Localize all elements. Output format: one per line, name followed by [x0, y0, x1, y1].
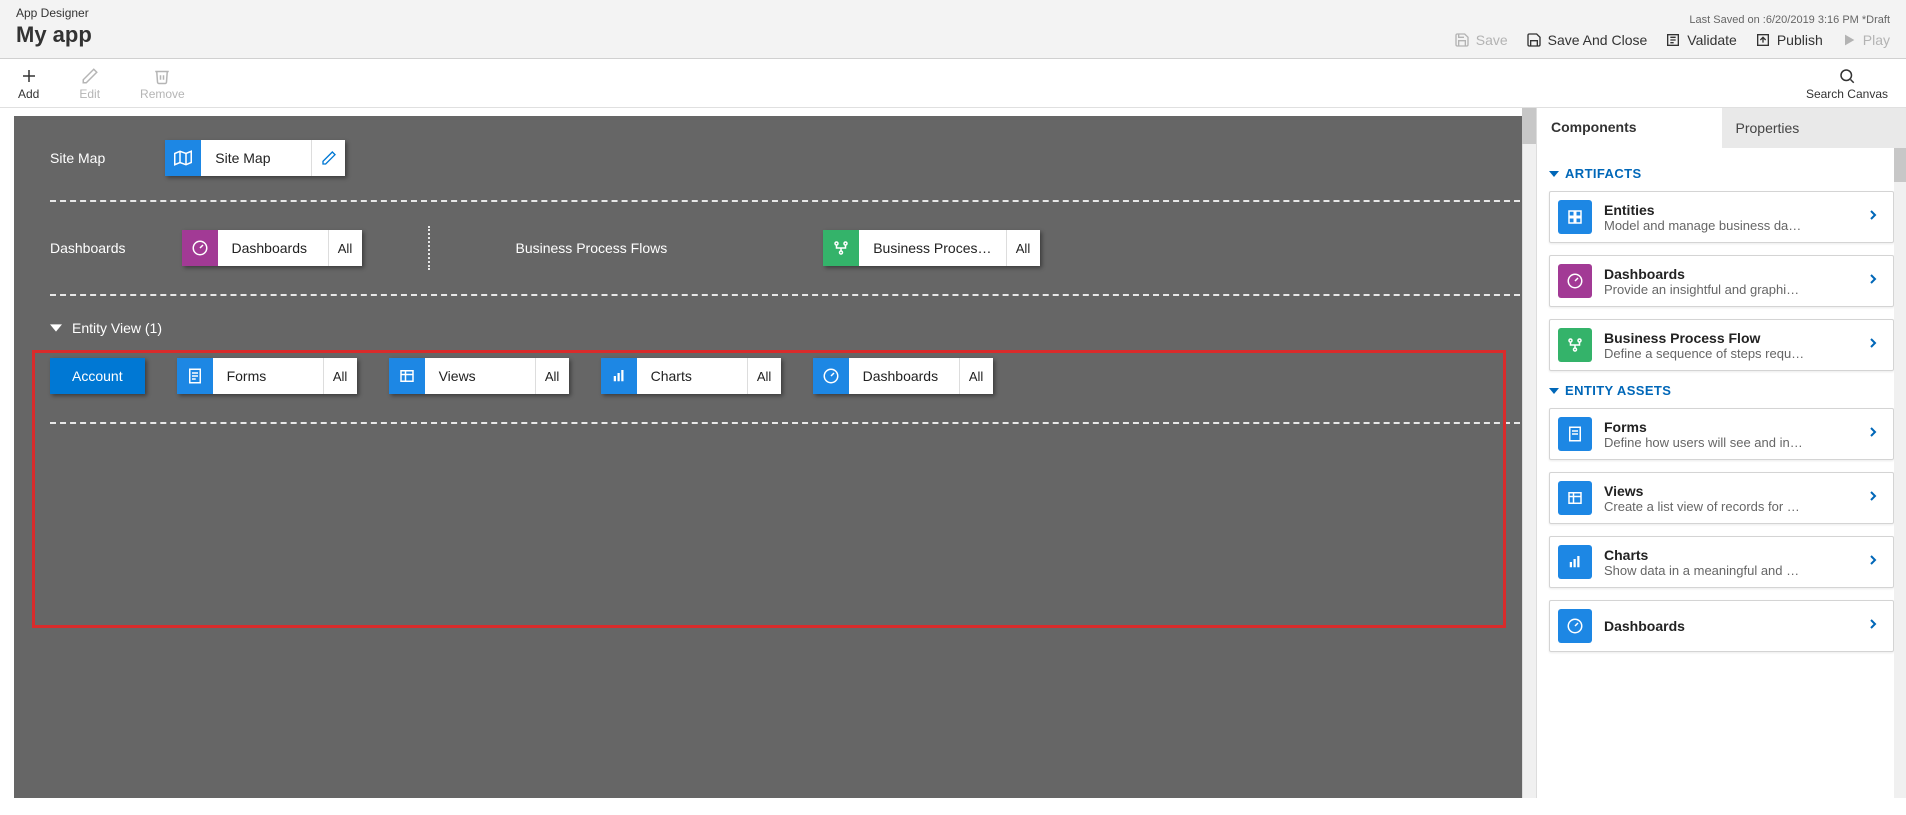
dashboards-label: Dashboards: [50, 240, 126, 256]
dashboards-all-button[interactable]: All: [328, 230, 362, 266]
app-designer-label: App Designer: [16, 6, 92, 20]
card-forms[interactable]: FormsDefine how users will see and in…: [1549, 408, 1894, 460]
charts-tile[interactable]: Charts All: [601, 358, 781, 394]
panel-scroll-thumb[interactable]: [1894, 148, 1906, 182]
sitemap-label: Site Map: [50, 150, 105, 166]
add-button[interactable]: Add: [18, 67, 39, 101]
flow-icon: [1558, 328, 1592, 362]
card-entities[interactable]: EntitiesModel and manage business da…: [1549, 191, 1894, 243]
chevron-down-icon: [1549, 169, 1559, 179]
app-designer-canvas[interactable]: Site Map Site Map Dashb: [14, 116, 1536, 798]
dashboards-tile[interactable]: Dashboards All: [182, 230, 362, 266]
card-entity-dashboards[interactable]: Dashboards: [1549, 600, 1894, 652]
chevron-right-icon: [1865, 552, 1881, 573]
chevron-right-icon: [1865, 424, 1881, 445]
chevron-right-icon: [1865, 488, 1881, 509]
gauge-icon: [1558, 264, 1592, 298]
artifacts-group-header[interactable]: ARTIFACTS: [1549, 166, 1894, 181]
save-button: Save: [1454, 32, 1508, 48]
entities-icon: [1558, 200, 1592, 234]
gauge-icon: [1558, 609, 1592, 643]
card-dashboards[interactable]: DashboardsProvide an insightful and grap…: [1549, 255, 1894, 307]
chevron-right-icon: [1865, 207, 1881, 228]
forms-all-button[interactable]: All: [323, 358, 357, 394]
views-icon: [1558, 481, 1592, 515]
entity-account-chip[interactable]: Account: [50, 358, 145, 394]
entity-view-toggle[interactable]: Entity View (1): [50, 320, 1520, 336]
save-and-close-button[interactable]: Save And Close: [1526, 32, 1648, 48]
validate-icon: [1665, 32, 1681, 48]
chevron-down-icon: [1549, 386, 1559, 396]
page-title: My app: [16, 22, 92, 48]
forms-tile[interactable]: Forms All: [177, 358, 357, 394]
views-all-button[interactable]: All: [535, 358, 569, 394]
search-canvas-button[interactable]: Search Canvas: [1806, 67, 1888, 101]
canvas-scrollbar[interactable]: [1522, 108, 1536, 798]
entity-assets-group-header[interactable]: ENTITY ASSETS: [1549, 383, 1894, 398]
views-icon: [389, 358, 425, 394]
remove-button: Remove: [140, 67, 185, 101]
pencil-icon: [81, 67, 99, 85]
gauge-icon: [813, 358, 849, 394]
search-icon: [1838, 67, 1856, 85]
entity-dashboards-all-button[interactable]: All: [959, 358, 993, 394]
sitemap-edit-button[interactable]: [311, 140, 345, 176]
bpf-label: Business Process Flows: [516, 240, 668, 256]
chevron-down-icon: [50, 322, 62, 334]
map-icon: [165, 140, 201, 176]
canvas-scroll-thumb[interactable]: [1522, 108, 1536, 144]
chart-icon: [1558, 545, 1592, 579]
publish-button[interactable]: Publish: [1755, 32, 1823, 48]
panel-scrollbar[interactable]: [1894, 148, 1906, 798]
last-saved-text: Last Saved on :6/20/2019 3:16 PM *Draft: [1689, 14, 1890, 26]
charts-all-button[interactable]: All: [747, 358, 781, 394]
play-button: Play: [1841, 32, 1890, 48]
play-icon: [1841, 32, 1857, 48]
card-views[interactable]: ViewsCreate a list view of records for …: [1549, 472, 1894, 524]
trash-icon: [153, 67, 171, 85]
bpf-tile[interactable]: Business Proces… All: [823, 230, 1039, 266]
publish-icon: [1755, 32, 1771, 48]
plus-icon: [20, 67, 38, 85]
entity-dashboards-tile[interactable]: Dashboards All: [813, 358, 993, 394]
bpf-all-button[interactable]: All: [1006, 230, 1040, 266]
tab-components[interactable]: Components: [1537, 108, 1722, 148]
chevron-right-icon: [1865, 271, 1881, 292]
gauge-icon: [182, 230, 218, 266]
flow-icon: [823, 230, 859, 266]
header: App Designer My app Last Saved on :6/20/…: [0, 0, 1906, 59]
forms-icon: [1558, 417, 1592, 451]
components-panel: Components Properties ARTIFACTS Entities…: [1536, 108, 1906, 798]
save-icon: [1454, 32, 1470, 48]
card-bpf[interactable]: Business Process FlowDefine a sequence o…: [1549, 319, 1894, 371]
sitemap-tile[interactable]: Site Map: [165, 140, 345, 176]
save-close-icon: [1526, 32, 1542, 48]
chevron-right-icon: [1865, 335, 1881, 356]
chart-icon: [601, 358, 637, 394]
toolbar: Add Edit Remove Search Canvas: [0, 59, 1906, 108]
chevron-right-icon: [1865, 616, 1881, 637]
validate-button[interactable]: Validate: [1665, 32, 1737, 48]
views-tile[interactable]: Views All: [389, 358, 569, 394]
forms-icon: [177, 358, 213, 394]
tab-properties[interactable]: Properties: [1722, 108, 1906, 148]
edit-button: Edit: [79, 67, 100, 101]
card-charts[interactable]: ChartsShow data in a meaningful and …: [1549, 536, 1894, 588]
